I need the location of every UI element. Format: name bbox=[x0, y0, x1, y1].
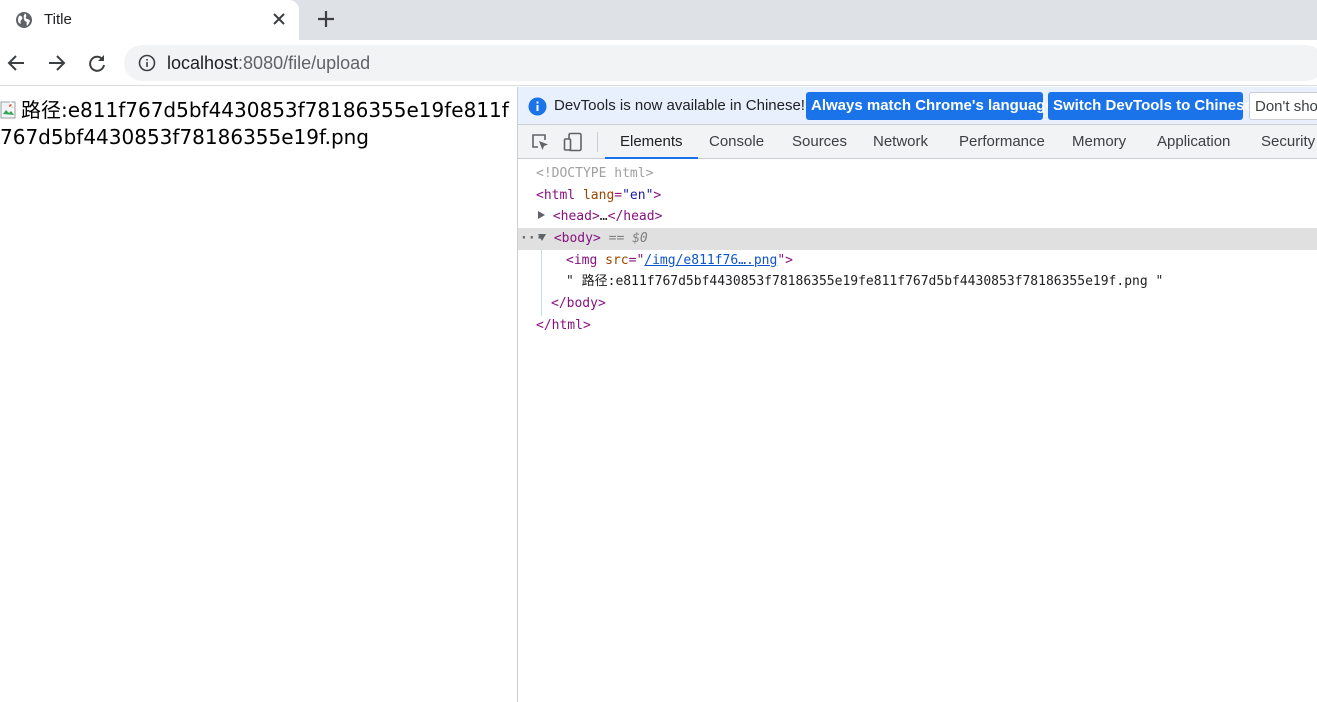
tab-strip: Title bbox=[0, 0, 1317, 40]
new-tab-icon[interactable] bbox=[316, 9, 336, 29]
tab-memory[interactable]: Memory bbox=[1072, 125, 1126, 159]
url-host: localhost bbox=[167, 53, 239, 73]
close-icon[interactable] bbox=[270, 10, 288, 28]
dom-html-line[interactable]: <html lang="en"> bbox=[518, 185, 1317, 207]
head-tag: head bbox=[560, 209, 592, 225]
browser-toolbar: localhost:8080/file/upload bbox=[0, 40, 1317, 86]
always-match-language-button[interactable]: Always match Chrome's language bbox=[806, 92, 1054, 120]
dom-body-line[interactable]: ··· <body> == $0 bbox=[518, 228, 1317, 250]
dom-head-line[interactable]: <head>…</head> bbox=[518, 206, 1317, 228]
globe-icon bbox=[16, 12, 32, 28]
head-close-tag: head bbox=[623, 209, 655, 225]
dom-doctype-line[interactable]: <!DOCTYPE html> bbox=[518, 163, 1317, 185]
doctype-text: <!DOCTYPE html> bbox=[536, 166, 654, 181]
dom-img-line[interactable]: <img src="/img/e811f76….png"> bbox=[518, 250, 1317, 272]
address-bar[interactable]: localhost:8080/file/upload bbox=[124, 45, 1317, 81]
selected-node-marker: == $0 bbox=[608, 231, 648, 247]
dom-html-close-line[interactable]: </html> bbox=[518, 315, 1317, 337]
back-arrow-icon[interactable] bbox=[6, 52, 28, 74]
html-attr-value: "en" bbox=[622, 187, 654, 203]
url-path: :8080/file/upload bbox=[238, 53, 371, 73]
html-close-tag: html bbox=[551, 317, 583, 333]
broken-image-icon bbox=[0, 101, 16, 119]
info-icon[interactable] bbox=[138, 54, 156, 72]
browser-tab[interactable]: Title bbox=[0, 0, 299, 40]
toolbar-divider bbox=[597, 132, 598, 152]
tab-network[interactable]: Network bbox=[873, 125, 928, 159]
tab-sources[interactable]: Sources bbox=[792, 125, 847, 159]
body-tag: body bbox=[561, 231, 593, 247]
info-icon bbox=[528, 97, 547, 116]
indent-guide bbox=[541, 250, 542, 316]
forward-arrow-icon[interactable] bbox=[45, 52, 67, 74]
tab-console[interactable]: Console bbox=[709, 125, 764, 159]
tab-performance[interactable]: Performance bbox=[959, 125, 1045, 159]
devtools-tab-bar: Elements Console Sources Network Perform… bbox=[518, 125, 1317, 159]
img-src-link[interactable]: /img/e811f76….png bbox=[644, 253, 777, 268]
img-attr-name: src bbox=[605, 252, 629, 268]
dont-show-again-button[interactable]: Don't show again bbox=[1249, 92, 1317, 120]
expand-triangle-icon[interactable] bbox=[538, 211, 545, 220]
devtools-panel: DevTools is now available in Chinese! Al… bbox=[517, 87, 1317, 702]
tab-security[interactable]: Security bbox=[1261, 125, 1315, 159]
tab-title: Title bbox=[44, 11, 72, 28]
upload-path-text: 路径:e811f767d5bf4430853f78186355e19fe811f… bbox=[0, 98, 509, 149]
img-tag: img bbox=[573, 252, 598, 268]
html-attr-name: lang bbox=[582, 187, 615, 203]
reload-icon[interactable] bbox=[86, 52, 108, 74]
text-node: " 路径:e811f767d5bf4430853f78186355e19fe81… bbox=[566, 274, 1164, 290]
tab-application[interactable]: Application bbox=[1157, 125, 1230, 159]
elements-tree: <!DOCTYPE html> <html lang="en"> <head>…… bbox=[518, 163, 1317, 337]
html-tag: html bbox=[543, 187, 576, 203]
page-body: 路径:e811f767d5bf4430853f78186355e19fe811f… bbox=[0, 97, 517, 151]
dom-text-line[interactable]: " 路径:e811f767d5bf4430853f78186355e19fe81… bbox=[518, 271, 1317, 293]
language-infobar: DevTools is now available in Chinese! Al… bbox=[518, 87, 1317, 125]
head-ellipsis[interactable]: … bbox=[600, 209, 608, 224]
device-toolbar-icon[interactable] bbox=[563, 132, 583, 152]
tab-elements[interactable]: Elements bbox=[605, 125, 697, 159]
page-viewport: 路径:e811f767d5bf4430853f78186355e19fe811f… bbox=[0, 87, 517, 702]
body-close-tag: body bbox=[566, 296, 598, 312]
more-options-icon[interactable]: ··· bbox=[520, 228, 543, 250]
switch-to-chinese-button[interactable]: Switch DevTools to Chinese bbox=[1048, 92, 1253, 120]
url-text[interactable]: localhost:8080/file/upload bbox=[167, 53, 370, 74]
dom-body-close-line[interactable]: </body> bbox=[518, 293, 1317, 315]
inspect-element-icon[interactable] bbox=[530, 132, 550, 152]
infobar-message: DevTools is now available in Chinese! bbox=[554, 97, 805, 114]
